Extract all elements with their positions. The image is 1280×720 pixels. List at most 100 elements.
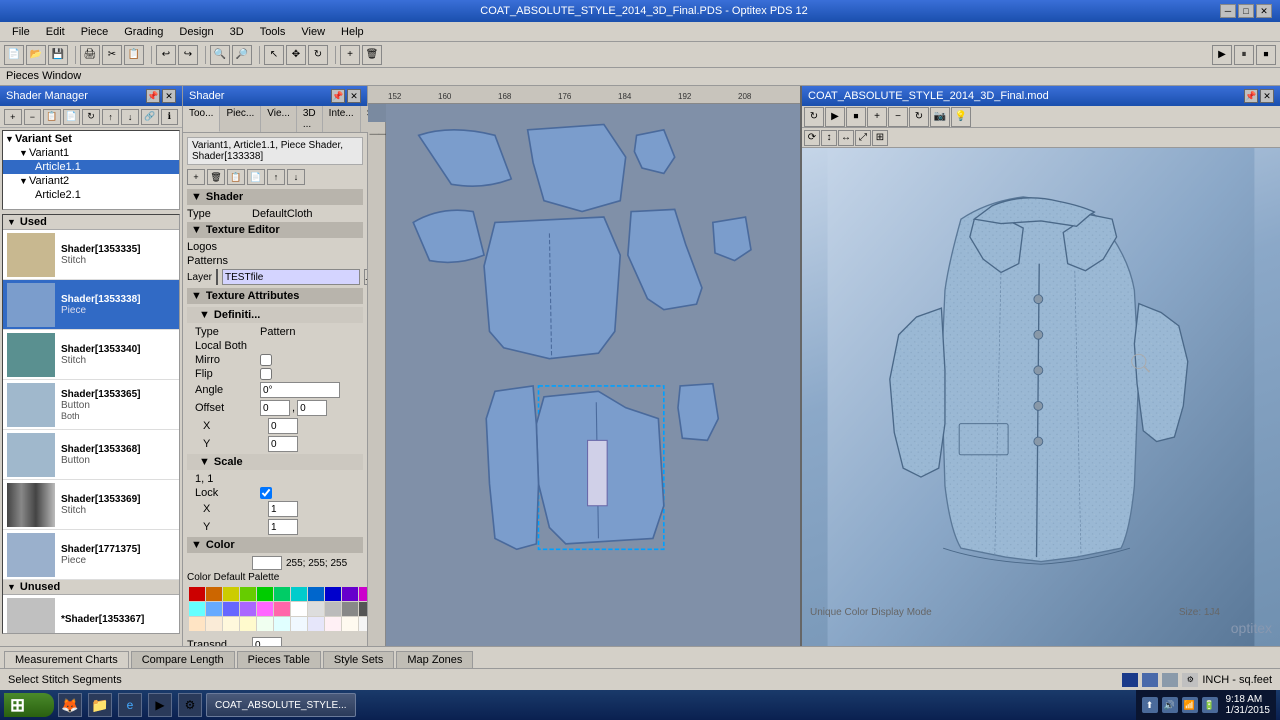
shader-list[interactable]: ▼ Used Shader[1353335] Stitch Shader[135…: [2, 214, 180, 634]
palette-color-46[interactable]: [359, 617, 367, 631]
shader-editor-close-button[interactable]: ✕: [347, 89, 361, 103]
menu-edit[interactable]: Edit: [38, 24, 73, 40]
3d-tb-light[interactable]: 💡: [951, 107, 971, 127]
palette-color-45[interactable]: [342, 617, 358, 631]
taskbar-optitex-app[interactable]: COAT_ABSOLUTE_STYLE...: [206, 693, 356, 717]
close-button[interactable]: ✕: [1256, 4, 1272, 18]
tab-style-sets[interactable]: Style Sets: [323, 651, 395, 668]
3d-tb2-1[interactable]: ⟳: [804, 130, 820, 146]
palette-color-7[interactable]: [308, 587, 324, 601]
shader-tb-up[interactable]: ↑: [267, 169, 285, 185]
view-3d-pin-button[interactable]: 📌: [1244, 89, 1258, 103]
texture-attrs-section-header[interactable]: ▼ Texture Attributes: [187, 288, 363, 304]
tb-3d-pause[interactable]: ⏸: [1234, 45, 1254, 65]
palette-color-39[interactable]: [240, 617, 256, 631]
tab-pieces-table[interactable]: Pieces Table: [237, 651, 321, 668]
menu-help[interactable]: Help: [333, 24, 372, 40]
layer-name-input[interactable]: [222, 269, 360, 285]
palette-color-24[interactable]: [291, 602, 307, 616]
tab-measurement-charts[interactable]: Measurement Charts: [4, 651, 129, 668]
maximize-button[interactable]: □: [1238, 4, 1254, 18]
menu-tools[interactable]: Tools: [252, 24, 294, 40]
start-button[interactable]: ⊞: [4, 693, 54, 717]
shader-item-1353369[interactable]: Shader[1353369] Stitch: [3, 480, 179, 530]
layer-browse-button[interactable]: ...: [364, 269, 367, 285]
shader-tb-down[interactable]: ↓: [287, 169, 305, 185]
sm-refresh-btn[interactable]: ↻: [82, 109, 100, 125]
shader-item-1353367[interactable]: *Shader[1353367]: [3, 595, 179, 634]
menu-grading[interactable]: Grading: [116, 24, 171, 40]
3d-tb-play[interactable]: ▶: [825, 107, 845, 127]
scale-y-input[interactable]: [268, 519, 298, 535]
sm-copy-btn[interactable]: 📋: [43, 109, 61, 125]
tray-icon-3[interactable]: 📶: [1182, 697, 1198, 713]
tab-3d[interactable]: 3D ...: [297, 106, 323, 132]
3d-tb2-2[interactable]: ↕: [821, 130, 837, 146]
tb-zoom-out[interactable]: 🔎: [232, 45, 252, 65]
tb-add[interactable]: +: [340, 45, 360, 65]
palette-color-4[interactable]: [257, 587, 273, 601]
shader-item-1353338[interactable]: Shader[1353338] Piece: [3, 280, 179, 330]
palette-color-3[interactable]: [240, 587, 256, 601]
palette-color-41[interactable]: [274, 617, 290, 631]
tab-too[interactable]: Too...: [183, 106, 220, 132]
tb-3d-play[interactable]: ▶: [1212, 45, 1232, 65]
palette-color-27[interactable]: [342, 602, 358, 616]
tb-redo[interactable]: ↪: [178, 45, 198, 65]
minimize-button[interactable]: ─: [1220, 4, 1236, 18]
palette-color-1[interactable]: [206, 587, 222, 601]
variant1-item[interactable]: ▼ Variant1: [3, 146, 179, 160]
palette-color-43[interactable]: [308, 617, 324, 631]
palette-color-8[interactable]: [325, 587, 341, 601]
palette-color-36[interactable]: [189, 617, 205, 631]
shader-tb-paste[interactable]: 📄: [247, 169, 265, 185]
tab-vie[interactable]: Vie...: [261, 106, 297, 132]
definition-section-header[interactable]: ▼ Definiti...: [187, 307, 363, 323]
sm-link-btn[interactable]: 🔗: [141, 109, 159, 125]
tb-print[interactable]: 🖨: [80, 45, 100, 65]
3d-tb-zoom-out[interactable]: −: [888, 107, 908, 127]
sm-paste-btn[interactable]: 📄: [63, 109, 81, 125]
shader-manager-pin-button[interactable]: 📌: [146, 89, 160, 103]
palette-color-9[interactable]: [342, 587, 358, 601]
transpd-input[interactable]: [252, 637, 282, 646]
unused-section-header[interactable]: ▼ Unused: [3, 580, 179, 595]
palette-color-28[interactable]: [359, 602, 367, 616]
taskbar-app-folder[interactable]: 📁: [88, 693, 112, 717]
shader-tb-add[interactable]: +: [187, 169, 205, 185]
used-section-header[interactable]: ▼ Used: [3, 215, 179, 230]
palette-color-19[interactable]: [206, 602, 222, 616]
shader-editor-pin-button[interactable]: 📌: [331, 89, 345, 103]
offset-y-input[interactable]: [297, 400, 327, 416]
palette-color-26[interactable]: [325, 602, 341, 616]
lock-checkbox[interactable]: [260, 487, 272, 499]
palette-color-2[interactable]: [223, 587, 239, 601]
menu-design[interactable]: Design: [171, 24, 221, 40]
taskbar-app-ie[interactable]: e: [118, 693, 142, 717]
menu-piece[interactable]: Piece: [73, 24, 117, 40]
palette-color-42[interactable]: [291, 617, 307, 631]
scale-x-input[interactable]: [268, 501, 298, 517]
3d-tb2-4[interactable]: ⤢: [855, 130, 871, 146]
view-3d-close-button[interactable]: ✕: [1260, 89, 1274, 103]
variant-set-header[interactable]: ▼ Variant Set: [3, 132, 179, 146]
sm-move-down-btn[interactable]: ↓: [121, 109, 139, 125]
texture-editor-section-header[interactable]: ▼ Texture Editor: [187, 222, 363, 238]
tab-inte[interactable]: Inte...: [323, 106, 361, 132]
shader-tree[interactable]: ▼ Variant Set ▼ Variant1 Article1.1 ▼ Va…: [2, 130, 180, 210]
shader-section-header[interactable]: ▼ Shader: [187, 189, 363, 205]
mirror-checkbox[interactable]: [260, 354, 272, 366]
shader-manager-close-button[interactable]: ✕: [162, 89, 176, 103]
article2-item[interactable]: Article2.1: [3, 188, 179, 202]
palette-color-18[interactable]: [189, 602, 205, 616]
tb-cut[interactable]: ✂: [102, 45, 122, 65]
x-input[interactable]: [268, 418, 298, 434]
tb-move[interactable]: ✥: [286, 45, 306, 65]
taskbar-app-settings[interactable]: ⚙: [178, 693, 202, 717]
shader-item-1353340[interactable]: Shader[1353340] Stitch: [3, 330, 179, 380]
tb-zoom-in[interactable]: 🔍: [210, 45, 230, 65]
tb-select[interactable]: ↖: [264, 45, 284, 65]
sm-move-up-btn[interactable]: ↑: [102, 109, 120, 125]
palette-color-22[interactable]: [257, 602, 273, 616]
tb-delete[interactable]: 🗑: [362, 45, 382, 65]
